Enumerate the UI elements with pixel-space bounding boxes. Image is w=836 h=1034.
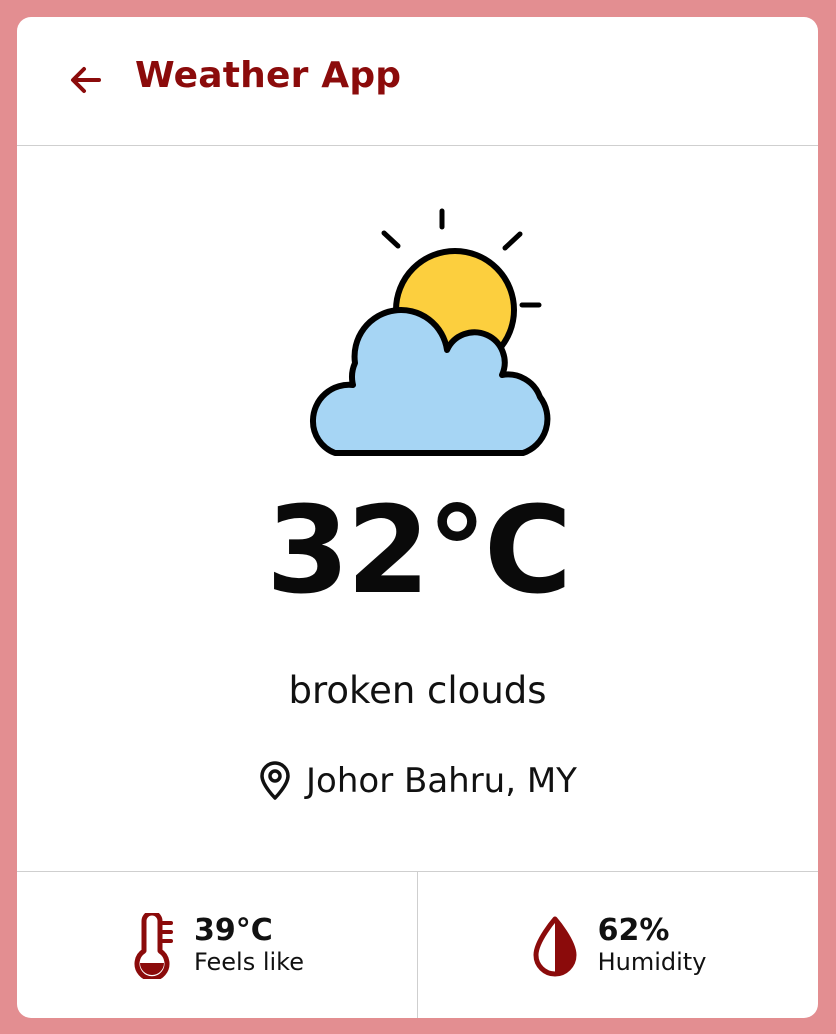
feels-like-values: 39°C Feels like bbox=[194, 912, 304, 977]
humidity-stat: 62% Humidity bbox=[417, 872, 818, 1018]
feels-like-label: Feels like bbox=[194, 948, 304, 977]
humidity-label: Humidity bbox=[597, 948, 707, 977]
arrow-left-icon bbox=[71, 67, 101, 93]
app-header: Weather App bbox=[17, 17, 818, 146]
thermometer-icon bbox=[134, 912, 174, 979]
map-pin-icon bbox=[260, 761, 290, 800]
weather-stats: 39°C Feels like 62% Humidity bbox=[17, 871, 818, 1018]
humidity-values: 62% Humidity bbox=[597, 912, 707, 977]
humidity-value: 62% bbox=[597, 912, 670, 948]
water-drop-icon bbox=[533, 916, 577, 976]
weather-description: broken clouds bbox=[288, 669, 547, 712]
temperature-value: 32°C bbox=[265, 482, 572, 621]
weather-card: Weather App 32°C broken clouds Johor Bah… bbox=[17, 17, 818, 1018]
back-button[interactable] bbox=[67, 61, 105, 99]
feels-like-value: 39°C bbox=[194, 912, 273, 948]
feels-like-stat: 39°C Feels like bbox=[17, 872, 417, 1018]
location: Johor Bahru, MY bbox=[17, 761, 818, 801]
location-text: Johor Bahru, MY bbox=[306, 761, 577, 801]
sun-behind-cloud-icon bbox=[295, 205, 557, 457]
app-title: Weather App bbox=[135, 55, 402, 96]
